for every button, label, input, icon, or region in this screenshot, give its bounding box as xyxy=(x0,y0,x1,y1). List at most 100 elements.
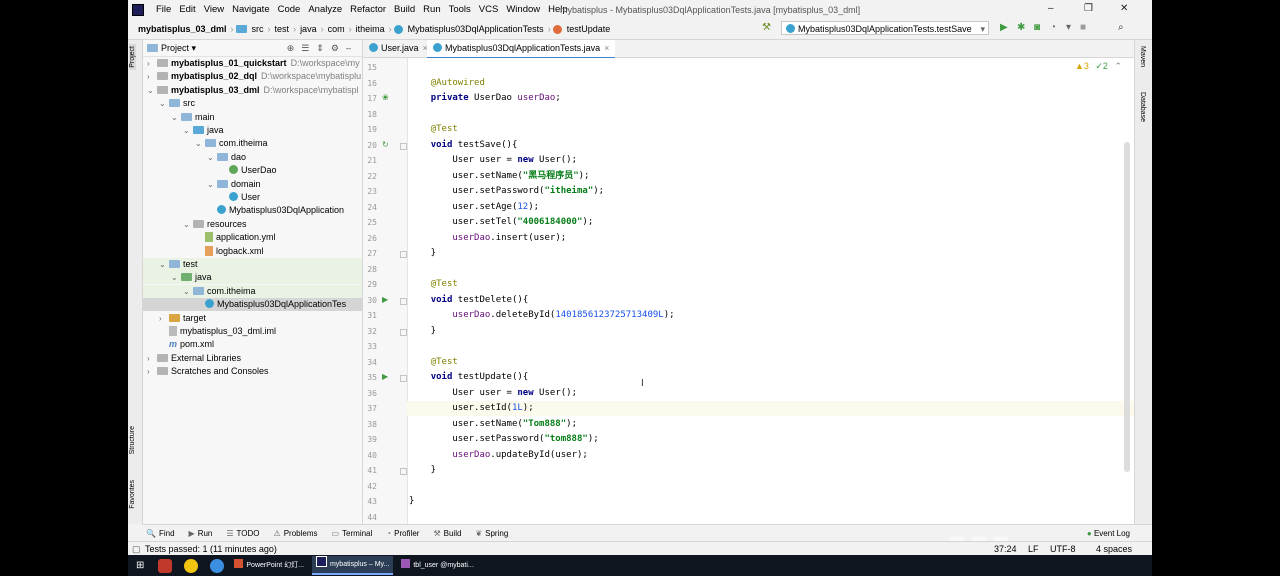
fold-marker-icon[interactable] xyxy=(400,251,407,258)
expand-arrow-icon[interactable]: ⌄ xyxy=(183,285,193,298)
settings-gear-icon[interactable]: ⚙ xyxy=(331,43,346,53)
run-test-icon[interactable]: ↻ xyxy=(382,140,389,149)
tree-item-file-pom-xml[interactable]: m pom.xml xyxy=(143,338,362,351)
tool-build[interactable]: ⚒ Build xyxy=(433,529,461,538)
tree-item-module-dml[interactable]: ⌄ mybatisplus_03_dml D:\workspace\mybatisp… xyxy=(143,84,362,97)
tab-user-java[interactable]: User.java × xyxy=(363,40,434,57)
search-icon[interactable]: ⌕ xyxy=(1118,22,1124,33)
tree-item-folder-src[interactable]: ⌄ src xyxy=(143,97,362,110)
menu-run[interactable]: Run xyxy=(419,4,444,15)
tree-item-folder-test-java[interactable]: ⌄ java xyxy=(143,271,362,285)
breadcrumb-src[interactable]: src xyxy=(250,24,266,34)
tree-item-file-user[interactable]: User xyxy=(143,191,362,204)
project-view-select[interactable]: Project ▾ xyxy=(161,43,196,54)
tree-item-folder-resources[interactable]: ⌄ resources xyxy=(143,218,362,231)
file-encoding[interactable]: UTF-8 xyxy=(1050,542,1076,556)
tool-terminal[interactable]: ▭ Terminal xyxy=(331,529,372,538)
code-line[interactable]: User user = new User(); xyxy=(409,153,577,168)
code-line[interactable]: userDao.updateById(user); xyxy=(409,448,587,463)
expand-arrow-icon[interactable]: › xyxy=(147,70,157,83)
status-layout-icon[interactable]: ▢ xyxy=(132,542,141,556)
menu-tools[interactable]: Tools xyxy=(445,4,475,15)
collapse-icon[interactable]: ☰ xyxy=(301,43,316,53)
coverage-icon[interactable]: ◙ xyxy=(1034,22,1040,33)
breadcrumb-java[interactable]: java xyxy=(298,24,319,34)
stop-icon[interactable]: ■ xyxy=(1080,22,1086,33)
breadcrumb-class[interactable]: Mybatisplus03DqlApplicationTests xyxy=(406,24,546,34)
expand-arrow-icon[interactable]: › xyxy=(147,365,157,378)
expand-icon[interactable]: ⇕ xyxy=(316,43,331,53)
event-log-button[interactable]: ● Event Log xyxy=(1087,529,1130,538)
expand-arrow-icon[interactable]: › xyxy=(147,57,157,70)
dropdown-icon[interactable]: ▾ xyxy=(1066,22,1071,33)
expand-arrow-icon[interactable]: › xyxy=(147,352,157,365)
taskbar-powerpoint[interactable]: PowerPoint 幻灯... xyxy=(230,557,308,574)
fold-marker-icon[interactable] xyxy=(400,468,407,475)
favorites-tool-button[interactable]: Favorites xyxy=(129,480,136,509)
code-line[interactable]: user.setId(1L); xyxy=(409,401,533,416)
code-line[interactable]: } xyxy=(409,463,436,478)
menu-vcs[interactable]: VCS xyxy=(475,4,503,15)
tree-item-file-iml[interactable]: mybatisplus_03_dml.iml xyxy=(143,325,362,338)
code-line[interactable]: user.setPassword("tom888"); xyxy=(409,432,598,447)
expand-arrow-icon[interactable]: ⌄ xyxy=(159,97,169,110)
taskbar-database[interactable]: tbl_user @mybati... xyxy=(397,557,477,574)
tool-todo[interactable]: ☰ TODO xyxy=(226,529,259,538)
code-line[interactable]: @Test xyxy=(409,277,458,292)
tree-item-package-com-itheima[interactable]: ⌄ com.itheima xyxy=(143,137,362,150)
tree-item-folder-test[interactable]: ⌄ test xyxy=(143,258,362,271)
code-line[interactable]: user.setName("黑马程序员"); xyxy=(409,169,589,184)
tool-problems[interactable]: ⚠ Problems xyxy=(274,529,318,538)
code-line[interactable]: void testSave(){ xyxy=(409,138,518,153)
code-line[interactable]: } xyxy=(409,246,436,261)
indent-setting[interactable]: 4 spaces xyxy=(1096,542,1132,556)
expand-arrow-icon[interactable]: ⌄ xyxy=(171,111,181,124)
code-line[interactable]: @Test xyxy=(409,355,458,370)
tool-spring[interactable]: ❦ Spring xyxy=(475,529,508,538)
fold-marker-icon[interactable] xyxy=(400,375,407,382)
code-line[interactable]: userDao.deleteById(1401856123725713409L)… xyxy=(409,308,674,323)
code-line[interactable]: user.setAge(12); xyxy=(409,200,539,215)
expand-arrow-icon[interactable]: ⌄ xyxy=(207,178,217,191)
code-line[interactable]: @Autowired xyxy=(409,76,485,91)
code-editor[interactable]: 15 16 17 ❀ 18 19 20 ↻ 21 22 23 24 25 26 27 28 29 30 ▶ 31 32 3… xyxy=(363,58,1134,524)
close-tab-icon[interactable]: × xyxy=(604,43,609,53)
tree-item-module-dql[interactable]: › mybatisplus_02_dql D:\workspace\mybatisp… xyxy=(143,70,362,83)
menu-refactor[interactable]: Refactor xyxy=(346,4,390,15)
code-line[interactable]: userDao.insert(user); xyxy=(409,231,566,246)
status-message[interactable]: Tests passed: 1 (11 minutes ago) xyxy=(145,542,277,556)
menu-file[interactable]: File xyxy=(152,4,175,15)
run-test-icon[interactable]: ▶ xyxy=(382,295,388,304)
restore-button[interactable]: ❐ xyxy=(1084,3,1093,14)
tree-item-file-application[interactable]: Mybatisplus03DqlApplication xyxy=(143,204,362,217)
code-line[interactable]: private UserDao userDao; xyxy=(409,91,561,106)
locate-icon[interactable]: ⊕ xyxy=(287,43,302,53)
tree-item-module-quickstart[interactable]: › mybatisplus_01_quickstart D:\workspace\m… xyxy=(143,57,362,70)
run-icon[interactable]: ▶ xyxy=(1000,22,1008,33)
tree-item-external-libraries[interactable]: › External Libraries xyxy=(143,352,362,365)
breadcrumb-test[interactable]: test xyxy=(273,24,292,34)
breadcrumb-com[interactable]: com xyxy=(326,24,347,34)
taskbar-intellij[interactable]: mybatisplus – My... xyxy=(311,556,394,575)
editor-scrollbar[interactable] xyxy=(1124,142,1130,472)
tool-run[interactable]: ▶ Run xyxy=(189,529,213,538)
tree-item-file-userdao[interactable]: UserDao xyxy=(143,164,362,177)
menu-build[interactable]: Build xyxy=(390,4,419,15)
expand-arrow-icon[interactable]: ⌄ xyxy=(183,124,193,137)
hammer-icon[interactable]: ⚒ xyxy=(762,22,771,33)
structure-tool-button[interactable]: Structure xyxy=(129,426,136,454)
minimize-button[interactable]: – xyxy=(1048,3,1054,14)
code-line[interactable]: } xyxy=(409,324,436,339)
browser-icon[interactable] xyxy=(210,558,225,573)
database-tool-button[interactable]: Database xyxy=(1139,92,1146,122)
project-tool-button[interactable]: Project xyxy=(129,44,136,70)
expand-arrow-icon[interactable]: ⌄ xyxy=(195,137,205,150)
menu-edit[interactable]: Edit xyxy=(175,4,199,15)
expand-arrow-icon[interactable]: ⌄ xyxy=(183,218,193,231)
menu-navigate[interactable]: Navigate xyxy=(228,4,274,15)
code-line[interactable]: @Test xyxy=(409,122,458,137)
start-icon[interactable]: ⊞ xyxy=(136,560,144,571)
menu-analyze[interactable]: Analyze xyxy=(304,4,346,15)
tool-find[interactable]: 🔍 Find xyxy=(146,529,175,538)
tree-item-package-dao[interactable]: ⌄ dao xyxy=(143,151,362,164)
